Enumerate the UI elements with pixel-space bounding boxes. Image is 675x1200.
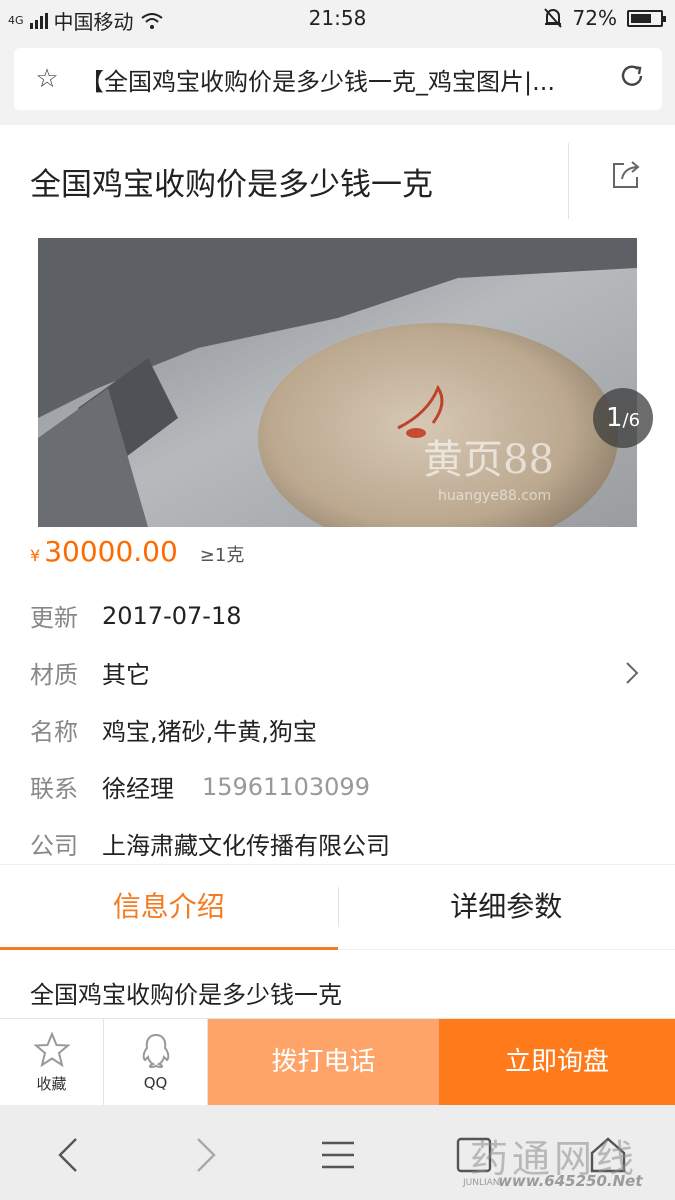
info-label: 联系	[30, 775, 78, 803]
info-value: 其它	[102, 661, 150, 689]
bookmark-star-icon[interactable]: ☆	[14, 64, 80, 94]
action-bar: 收藏 QQ 拨打电话 立即询盘	[0, 1018, 675, 1105]
battery-percent: 72%	[572, 6, 617, 30]
mute-bell-icon	[543, 8, 562, 28]
forward-icon[interactable]	[182, 1133, 226, 1177]
price-value: 30000.00	[44, 535, 178, 568]
image-counter-current: 1	[605, 403, 623, 433]
info-list: 更新 2017-07-18 材质 其它 名称 鸡宝,猪砂,牛黄,狗宝 联系 徐经…	[30, 587, 650, 872]
status-bar: 4G 中国移动 21:58 72%	[0, 0, 675, 36]
battery-icon	[627, 9, 666, 27]
page-url-title[interactable]: 【全国鸡宝收购价是多少钱一克_鸡宝图片|...	[80, 62, 602, 97]
info-value: 鸡宝,猪砂,牛黄,狗宝	[102, 718, 317, 746]
image-watermark: 黄页88	[423, 437, 554, 483]
min-order: ≥1克	[199, 545, 245, 566]
tab-params[interactable]: 详细参数	[338, 865, 675, 949]
menu-icon[interactable]	[316, 1133, 360, 1177]
qq-penguin-icon	[142, 1033, 169, 1069]
info-row-updated: 更新 2017-07-18	[30, 587, 650, 644]
title-row: 全国鸡宝收购价是多少钱一克	[0, 125, 675, 235]
star-outline-icon	[32, 1030, 71, 1067]
back-icon[interactable]	[48, 1133, 92, 1177]
address-bar[interactable]: ☆ 【全国鸡宝收购价是多少钱一克_鸡宝图片|...	[14, 48, 662, 110]
share-icon[interactable]	[610, 159, 642, 191]
title-divider	[568, 143, 569, 219]
info-value: 2017-07-18	[102, 601, 242, 630]
info-row-material[interactable]: 材质 其它	[30, 644, 650, 701]
qq-label: QQ	[143, 1074, 168, 1092]
watermark-brand: JUNLIAN	[463, 1178, 500, 1188]
contact-name: 徐经理	[102, 775, 174, 803]
currency-symbol: ¥	[30, 546, 41, 565]
favorite-button[interactable]: 收藏	[0, 1019, 104, 1105]
detail-tabs: 信息介绍 详细参数	[0, 864, 675, 950]
contact-phone[interactable]: 15961103099	[202, 773, 370, 801]
call-button[interactable]: 拨打电话	[208, 1019, 439, 1105]
reload-icon[interactable]	[602, 61, 662, 98]
company-name: 上海肃藏文化传播有限公司	[102, 832, 390, 860]
watermark-url: www.645250.Net	[498, 1172, 643, 1190]
image-counter: 1/6	[593, 388, 653, 448]
tab-info[interactable]: 信息介绍	[0, 865, 338, 950]
image-watermark-url: huangye88.com	[438, 488, 551, 504]
price: ¥30000.00	[30, 535, 178, 568]
info-row-name: 名称 鸡宝,猪砂,牛黄,狗宝	[30, 701, 650, 758]
qq-button[interactable]: QQ	[104, 1019, 208, 1105]
favorite-label: 收藏	[36, 1074, 67, 1093]
page-title: 全国鸡宝收购价是多少钱一克	[30, 167, 433, 203]
info-label: 材质	[30, 661, 78, 689]
image-counter-total: /6	[622, 410, 641, 431]
info-label: 公司	[30, 832, 78, 860]
info-label: 更新	[30, 604, 78, 632]
intro-text: 全国鸡宝收购价是多少钱一克	[30, 981, 342, 1009]
inquire-button[interactable]: 立即询盘	[439, 1019, 675, 1105]
chevron-right-icon[interactable]	[624, 660, 640, 693]
info-row-contact: 联系 徐经理 15961103099	[30, 758, 650, 815]
product-image[interactable]: 黄页88 huangye88.com	[38, 238, 637, 527]
info-label: 名称	[30, 718, 78, 746]
price-row: ¥30000.00 ≥1克	[30, 535, 244, 568]
product-page: 全国鸡宝收购价是多少钱一克 黄页88 huangye88.com 1/6 ¥ 3…	[0, 125, 675, 1020]
